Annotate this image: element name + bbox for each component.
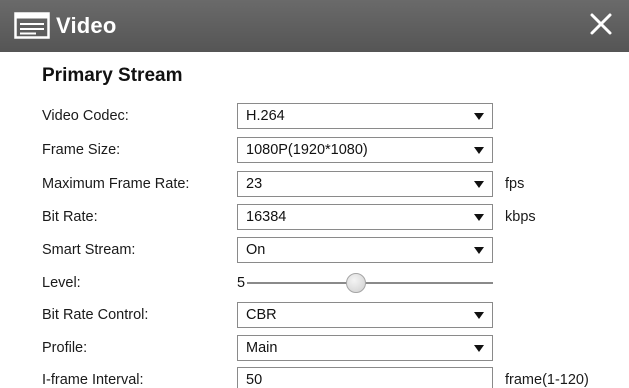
title-bar: Video	[0, 0, 629, 52]
row-level: Level: 5	[0, 270, 629, 296]
dropdown-arrow-icon	[474, 147, 484, 154]
level-label: Level:	[42, 275, 81, 291]
smart-stream-select[interactable]: On	[237, 237, 493, 263]
dropdown-arrow-icon	[474, 345, 484, 352]
smart-stream-value: On	[246, 242, 266, 258]
dropdown-arrow-icon	[474, 113, 484, 120]
video-settings-dialog: Video Primary Stream Video Codec: H.264 …	[0, 0, 629, 388]
section-title-primary-stream: Primary Stream	[42, 65, 183, 86]
bit-rate-select[interactable]: 16384	[237, 204, 493, 230]
row-bit-rate: Bit Rate: 16384 kbps	[0, 204, 629, 230]
smart-stream-label: Smart Stream:	[42, 242, 136, 258]
dropdown-arrow-icon	[474, 247, 484, 254]
iframe-interval-input[interactable]	[237, 367, 493, 388]
video-settings-icon	[14, 12, 50, 39]
profile-value: Main	[246, 340, 278, 356]
video-codec-value: H.264	[246, 108, 285, 124]
dropdown-arrow-icon	[474, 181, 484, 188]
bit-rate-control-label: Bit Rate Control:	[42, 307, 149, 323]
video-codec-select[interactable]: H.264	[237, 103, 493, 129]
row-video-codec: Video Codec: H.264	[0, 103, 629, 129]
profile-label: Profile:	[42, 340, 88, 356]
bit-rate-unit: kbps	[505, 209, 536, 225]
max-frame-rate-label: Maximum Frame Rate:	[42, 176, 190, 192]
bit-rate-value: 16384	[246, 209, 287, 225]
level-value: 5	[237, 275, 246, 291]
row-iframe-interval: I-frame Interval: frame(1-120)	[0, 367, 629, 388]
max-frame-rate-select[interactable]: 23	[237, 171, 493, 197]
row-profile: Profile: Main	[0, 335, 629, 361]
bit-rate-control-value: CBR	[246, 307, 277, 323]
level-slider-track[interactable]	[247, 282, 493, 284]
max-frame-rate-unit: fps	[505, 176, 525, 192]
iframe-interval-label: I-frame Interval:	[42, 372, 144, 388]
frame-size-select[interactable]: 1080P(1920*1080)	[237, 137, 493, 163]
dialog-title: Video	[56, 13, 117, 38]
close-icon[interactable]	[587, 10, 615, 38]
dropdown-arrow-icon	[474, 214, 484, 221]
max-frame-rate-value: 23	[246, 176, 263, 192]
row-smart-stream: Smart Stream: On	[0, 237, 629, 263]
frame-size-value: 1080P(1920*1080)	[246, 142, 368, 158]
level-slider-handle[interactable]	[346, 273, 367, 293]
bit-rate-control-select[interactable]: CBR	[237, 302, 493, 328]
profile-select[interactable]: Main	[237, 335, 493, 361]
frame-size-label: Frame Size:	[42, 142, 121, 158]
iframe-interval-unit: frame(1-120)	[505, 372, 589, 388]
dropdown-arrow-icon	[474, 312, 484, 319]
row-max-frame-rate: Maximum Frame Rate: 23 fps	[0, 171, 629, 197]
row-frame-size: Frame Size: 1080P(1920*1080)	[0, 137, 629, 163]
video-codec-label: Video Codec:	[42, 108, 129, 124]
row-bit-rate-control: Bit Rate Control: CBR	[0, 302, 629, 328]
bit-rate-label: Bit Rate:	[42, 209, 98, 225]
